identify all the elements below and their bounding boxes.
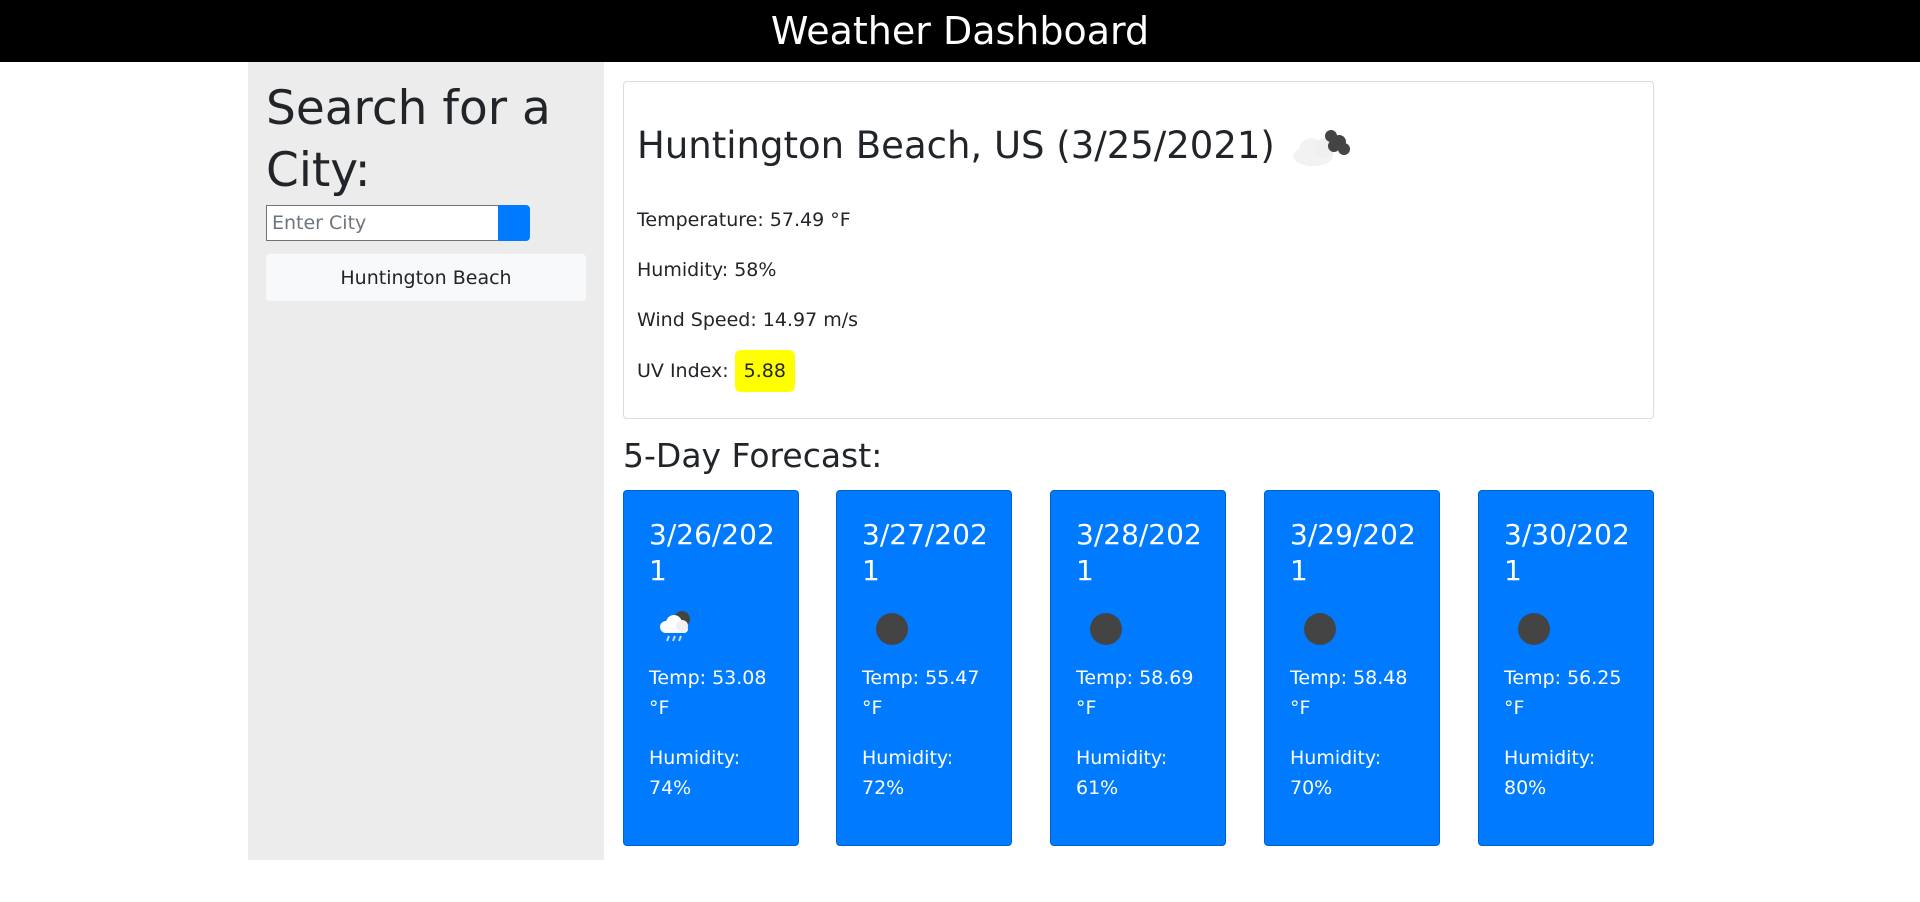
cloud-icon — [1289, 122, 1353, 170]
forecast-humidity: Humidity: 61% — [1076, 747, 1168, 799]
rain-cloud-icon — [654, 609, 704, 649]
forecast-date: 3/26/2021 — [649, 518, 775, 587]
current-weather-card: Huntington Beach, US (3/25/2021) Tempera… — [623, 81, 1654, 419]
search-button[interactable] — [498, 205, 530, 241]
forecast-date: 3/29/2021 — [1290, 518, 1416, 587]
current-city-heading: Huntington Beach, US (3/25/2021) — [637, 122, 1353, 170]
forecast-temp: Temp: 58.48 °F — [1290, 667, 1408, 719]
forecast-row: 3/26/2021 Temp: 53.08 °F Humidity: 74% 3… — [623, 490, 1654, 846]
forecast-temp: Temp: 58.69 °F — [1076, 667, 1194, 719]
forecast-humidity: Humidity: 74% — [649, 747, 741, 799]
forecast-date: 3/30/2021 — [1504, 518, 1630, 587]
forecast-temp: Temp: 56.25 °F — [1504, 667, 1622, 719]
current-wind-speed: Wind Speed: 14.97 m/s — [637, 309, 859, 331]
forecast-card: 3/28/2021 Temp: 58.69 °F Humidity: 61% — [1050, 490, 1226, 846]
forecast-heading: 5-Day Forecast: — [623, 436, 883, 475]
sidebar: Search for a City: Huntington Beach — [248, 62, 604, 860]
uv-badge: 5.88 — [734, 350, 795, 392]
moon-icon — [1295, 609, 1345, 649]
forecast-humidity: Humidity: 80% — [1504, 747, 1596, 799]
forecast-date: 3/27/2021 — [862, 518, 988, 587]
city-search-input[interactable] — [266, 205, 498, 241]
forecast-card: 3/26/2021 Temp: 53.08 °F Humidity: 74% — [623, 490, 799, 846]
forecast-humidity: Humidity: 70% — [1290, 747, 1382, 799]
search-heading: Search for a City: — [266, 81, 551, 198]
forecast-humidity: Humidity: 72% — [862, 747, 954, 799]
app-title: Weather Dashboard — [770, 9, 1150, 53]
header-bar: Weather Dashboard — [0, 0, 1920, 62]
history-item-huntington-beach[interactable]: Huntington Beach — [266, 254, 586, 301]
moon-icon — [1509, 609, 1559, 649]
current-uv-index: UV Index: 5.88 — [637, 350, 795, 392]
forecast-card: 3/29/2021 Temp: 58.48 °F Humidity: 70% — [1264, 490, 1440, 846]
uv-label: UV Index: — [637, 360, 729, 382]
search-form — [266, 205, 530, 241]
forecast-temp: Temp: 53.08 °F — [649, 667, 767, 719]
forecast-card: 3/30/2021 Temp: 56.25 °F Humidity: 80% — [1478, 490, 1654, 846]
current-humidity: Humidity: 58% — [637, 259, 777, 281]
moon-icon — [1081, 609, 1131, 649]
current-temperature: Temperature: 57.49 °F — [637, 209, 851, 231]
current-city-title: Huntington Beach, US (3/25/2021) — [637, 124, 1275, 167]
forecast-temp: Temp: 55.47 °F — [862, 667, 980, 719]
forecast-card: 3/27/2021 Temp: 55.47 °F Humidity: 72% — [836, 490, 1012, 846]
moon-icon — [867, 609, 917, 649]
forecast-date: 3/28/2021 — [1076, 518, 1202, 587]
